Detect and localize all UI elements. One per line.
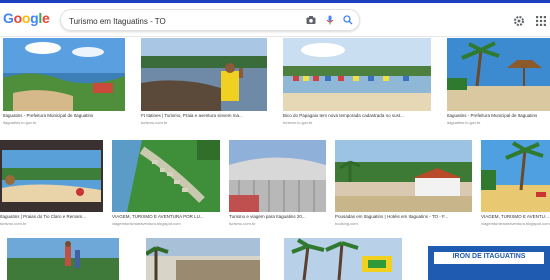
image-result[interactable]: IRON DE ITAGUATINS: [428, 238, 550, 280]
image-result[interactable]: [7, 238, 119, 280]
result-source: viagemturismoeaventura.blogspot.com: [481, 221, 550, 226]
image-result[interactable]: Itaguatins - Prefeitura Municipal de Ita…: [3, 38, 125, 130]
result-source: booking.com: [335, 221, 358, 226]
result-thumbnail[interactable]: [146, 238, 260, 280]
apps-grid-icon[interactable]: [535, 15, 547, 27]
result-caption[interactable]: Ft Itatines | Turismo, Praia e aventura …: [141, 113, 267, 119]
settings-gear-icon[interactable]: [513, 15, 525, 27]
image-result[interactable]: VIAGEM, TURISMO E AVENTURA POR LU... via…: [112, 140, 220, 232]
image-result[interactable]: Turismo e viagem para Itaguatins 20... t…: [229, 140, 326, 232]
microphone-icon[interactable]: [324, 14, 336, 26]
result-caption[interactable]: Pousadas em Itaguatins | Hotéis em Itagu…: [335, 214, 472, 220]
result-caption[interactable]: VIAGEM, TURISMO E AVENTURA POR LU...: [112, 214, 220, 220]
result-source: itaguatins.to.gov.br: [447, 120, 481, 125]
result-source: turismo.com.br: [0, 221, 27, 226]
result-source: turismo.com.br: [229, 221, 256, 226]
result-thumbnail[interactable]: [0, 140, 103, 212]
image-result[interactable]: Itaguatins | Praias do Tio Claro e Remam…: [0, 140, 103, 232]
result-thumbnail[interactable]: IRON DE ITAGUATINS: [428, 238, 550, 280]
result-thumbnail[interactable]: [3, 38, 125, 111]
image-result[interactable]: Itaguatins - Prefeitura Municipal de Ita…: [447, 38, 550, 130]
result-thumbnail[interactable]: [7, 238, 119, 280]
result-source: turismo.com.br: [141, 120, 168, 125]
result-caption[interactable]: Bico do Papagaio tem nova temporada cada…: [283, 113, 431, 119]
result-source: turismo.to.gov.br: [283, 120, 313, 125]
result-thumbnail[interactable]: [229, 140, 326, 212]
search-header: Google: [0, 3, 550, 37]
google-logo[interactable]: Google: [3, 10, 50, 26]
image-result[interactable]: Bico do Papagaio tem nova temporada cada…: [283, 38, 431, 130]
result-caption[interactable]: Turismo e viagem para Itaguatins 20...: [229, 214, 326, 220]
result-caption[interactable]: VIAGEM, TURISMO E AVENTURA POR LU...: [481, 214, 550, 220]
search-icon[interactable]: [342, 14, 354, 26]
result-thumbnail[interactable]: [283, 38, 431, 111]
result-caption[interactable]: Itaguatins - Prefeitura Municipal de Ita…: [3, 113, 125, 119]
result-thumbnail[interactable]: [112, 140, 220, 212]
image-result[interactable]: Ft Itatines | Turismo, Praia e aventura …: [141, 38, 267, 130]
result-thumbnail[interactable]: [335, 140, 472, 212]
camera-icon[interactable]: [305, 14, 317, 26]
result-thumbnail[interactable]: [447, 38, 550, 111]
search-box[interactable]: [60, 9, 360, 31]
result-source: itaguatins.to.gov.br: [3, 120, 37, 125]
result-thumbnail[interactable]: [284, 238, 402, 280]
result-thumbnail[interactable]: [141, 38, 267, 111]
search-input[interactable]: [69, 14, 299, 28]
image-result[interactable]: [146, 238, 260, 280]
result-caption[interactable]: Itaguatins | Praias do Tio Claro e Remam…: [0, 214, 103, 220]
sign-text: IRON DE ITAGUATINS: [452, 253, 526, 260]
image-result[interactable]: VIAGEM, TURISMO E AVENTURA POR LU... via…: [481, 140, 550, 232]
result-thumbnail[interactable]: [481, 140, 550, 212]
image-result[interactable]: Pousadas em Itaguatins | Hotéis em Itagu…: [335, 140, 472, 232]
result-source: viagemturismoeaventura.blogspot.com: [112, 221, 181, 226]
result-caption[interactable]: Itaguatins - Prefeitura Municipal de Ita…: [447, 113, 550, 119]
image-result[interactable]: [284, 238, 402, 280]
